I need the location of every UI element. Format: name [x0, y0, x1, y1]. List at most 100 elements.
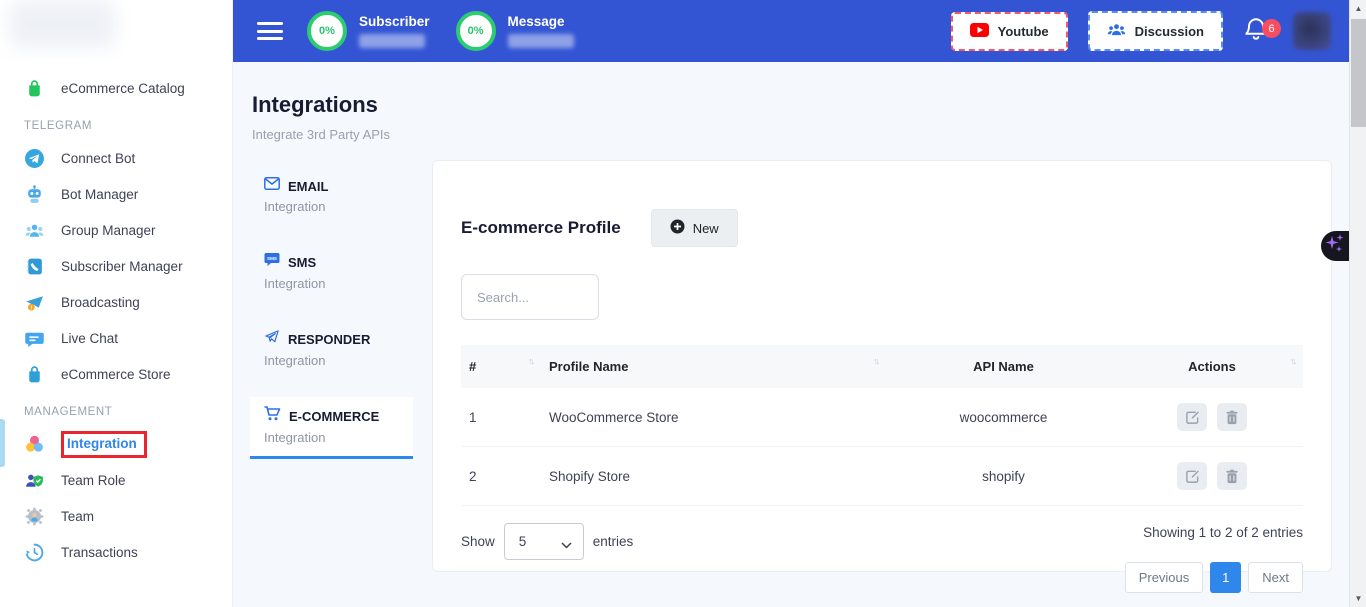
page-1-button[interactable]: 1 [1210, 562, 1241, 593]
telegram-plane-icon [24, 148, 45, 169]
sidebar-section-telegram: TELEGRAM [0, 120, 232, 132]
integration-subnav: EMAIL Integration SMS SMS Integration [250, 168, 413, 460]
person-shield-icon [24, 470, 45, 491]
sidebar-item-team[interactable]: Team [0, 498, 232, 534]
broadcast-plane-icon: ! [24, 292, 45, 313]
table-row: 1 WooCommerce Store woocommerce [461, 388, 1303, 447]
topbar: 0% Subscriber 0% Message Youtube [233, 0, 1349, 62]
subnav-item-ecommerce[interactable]: E-COMMERCE Integration [250, 397, 413, 459]
scroll-up-icon[interactable]: ▲ [1350, 0, 1366, 17]
subnav-item-subtitle: Integration [264, 199, 399, 214]
sidebar-item-broadcasting[interactable]: ! Broadcasting [0, 284, 232, 320]
svg-text:SMS: SMS [267, 256, 277, 261]
new-profile-button[interactable]: New [651, 209, 738, 247]
discussion-people-icon [1107, 22, 1126, 40]
subnav-item-title: E-COMMERCE [289, 409, 379, 424]
delete-button[interactable] [1217, 462, 1247, 490]
sidebar-item-label: Team Role [61, 473, 126, 488]
people-group-icon [24, 220, 45, 241]
discussion-button-label: Discussion [1135, 24, 1204, 39]
subscriber-stat-label: Subscriber [359, 14, 430, 29]
hamburger-menu-icon[interactable] [257, 22, 283, 40]
user-avatar[interactable] [1293, 12, 1331, 50]
sidebar-item-label: Bot Manager [61, 187, 138, 202]
ecommerce-profile-card: E-commerce Profile New # ↑↓ [432, 160, 1332, 572]
sidebar-item-live-chat[interactable]: Live Chat [0, 320, 232, 356]
subnav-item-email[interactable]: EMAIL Integration [250, 168, 413, 225]
sidebar-item-ecommerce-catalog[interactable]: eCommerce Catalog [0, 70, 232, 106]
subscriber-stat-value-redacted [359, 34, 425, 48]
paper-plane-outline-icon [264, 329, 280, 349]
column-header-api-name[interactable]: API Name [886, 345, 1121, 388]
profiles-table: # ↑↓ Profile Name ↑↓ API Name Actions [461, 345, 1303, 506]
discussion-button[interactable]: Discussion [1088, 11, 1223, 51]
sort-arrows-icon: ↑↓ [1290, 356, 1295, 366]
svg-text:!: ! [30, 305, 32, 311]
previous-page-button[interactable]: Previous [1125, 562, 1204, 593]
message-stat-label: Message [508, 14, 574, 29]
sidebar-item-connect-bot[interactable]: Connect Bot [0, 140, 232, 176]
search-input[interactable] [461, 274, 599, 320]
notification-bell[interactable]: 6 [1243, 16, 1273, 46]
history-clock-icon [24, 542, 45, 563]
subnav-item-title: SMS [288, 255, 316, 270]
chat-bubble-icon [24, 328, 45, 349]
sidebar-item-label: Subscriber Manager [61, 259, 183, 274]
youtube-button[interactable]: Youtube [951, 12, 1068, 51]
active-indicator-bar [0, 419, 5, 467]
sidebar-item-integration[interactable]: Integration [0, 426, 232, 462]
row-number: 1 [461, 388, 541, 447]
edit-button[interactable] [1177, 462, 1207, 490]
app-window: eCommerce Catalog TELEGRAM Connect Bot B… [0, 0, 1366, 607]
api-name-cell: shopify [886, 447, 1121, 506]
sidebar-section-management: MANAGEMENT [0, 406, 232, 418]
pagination: Previous 1 Next [1125, 562, 1303, 593]
sidebar-item-group-manager[interactable]: Group Manager [0, 212, 232, 248]
table-row: 2 Shopify Store shopify [461, 447, 1303, 506]
sidebar-item-bot-manager[interactable]: Bot Manager [0, 176, 232, 212]
page-title: Integrations [252, 92, 1349, 118]
plus-circle-icon [670, 219, 685, 237]
panel-title: E-commerce Profile [461, 218, 621, 238]
api-name-cell: woocommerce [886, 388, 1121, 447]
youtube-button-label: Youtube [998, 24, 1049, 39]
sidebar-item-subscriber-manager[interactable]: Subscriber Manager [0, 248, 232, 284]
subnav-item-responder[interactable]: RESPONDER Integration [250, 320, 413, 379]
scrollbar-thumb[interactable] [1351, 19, 1366, 127]
subnav-item-title: EMAIL [288, 179, 328, 194]
subnav-item-subtitle: Integration [264, 276, 399, 291]
vertical-scrollbar[interactable]: ▲ ▼ [1349, 0, 1366, 607]
sidebar-item-transactions[interactable]: Transactions [0, 534, 232, 570]
sidebar-item-label: Group Manager [61, 223, 156, 238]
sidebar-item-label: Transactions [61, 545, 138, 560]
chevron-down-icon [561, 537, 572, 552]
next-page-button[interactable]: Next [1248, 562, 1303, 593]
subnav-item-title: RESPONDER [288, 332, 370, 347]
column-header-actions[interactable]: Actions ↑↓ [1121, 345, 1303, 388]
notification-count-badge: 6 [1262, 19, 1281, 38]
youtube-icon [970, 23, 989, 40]
profile-name-cell: WooCommerce Store [541, 388, 886, 447]
subscriber-stat: 0% Subscriber [307, 11, 430, 51]
page-size-value: 5 [519, 534, 527, 549]
envelope-icon [264, 177, 280, 195]
page-size-select[interactable]: 5 [504, 523, 584, 560]
column-header-profile-name[interactable]: Profile Name ↑↓ [541, 345, 886, 388]
sort-arrows-icon: ↑↓ [873, 356, 878, 366]
message-stat-value-redacted [508, 34, 574, 48]
sidebar-item-label: Connect Bot [61, 151, 135, 166]
sidebar-item-team-role[interactable]: Team Role [0, 462, 232, 498]
subnav-item-subtitle: Integration [264, 430, 399, 445]
column-header-num[interactable]: # ↑↓ [461, 345, 541, 388]
ai-assistant-button[interactable] [1321, 231, 1349, 261]
sidebar-item-ecommerce-store[interactable]: eCommerce Store [0, 356, 232, 392]
subnav-item-subtitle: Integration [264, 353, 399, 368]
gear-person-icon [24, 506, 45, 527]
scroll-down-icon[interactable]: ▼ [1350, 590, 1366, 607]
edit-button[interactable] [1177, 403, 1207, 431]
delete-button[interactable] [1217, 403, 1247, 431]
app-logo [10, 0, 115, 48]
shopping-cart-icon [264, 406, 281, 426]
page-subtitle: Integrate 3rd Party APIs [252, 127, 1349, 142]
subnav-item-sms[interactable]: SMS SMS Integration [250, 243, 413, 302]
